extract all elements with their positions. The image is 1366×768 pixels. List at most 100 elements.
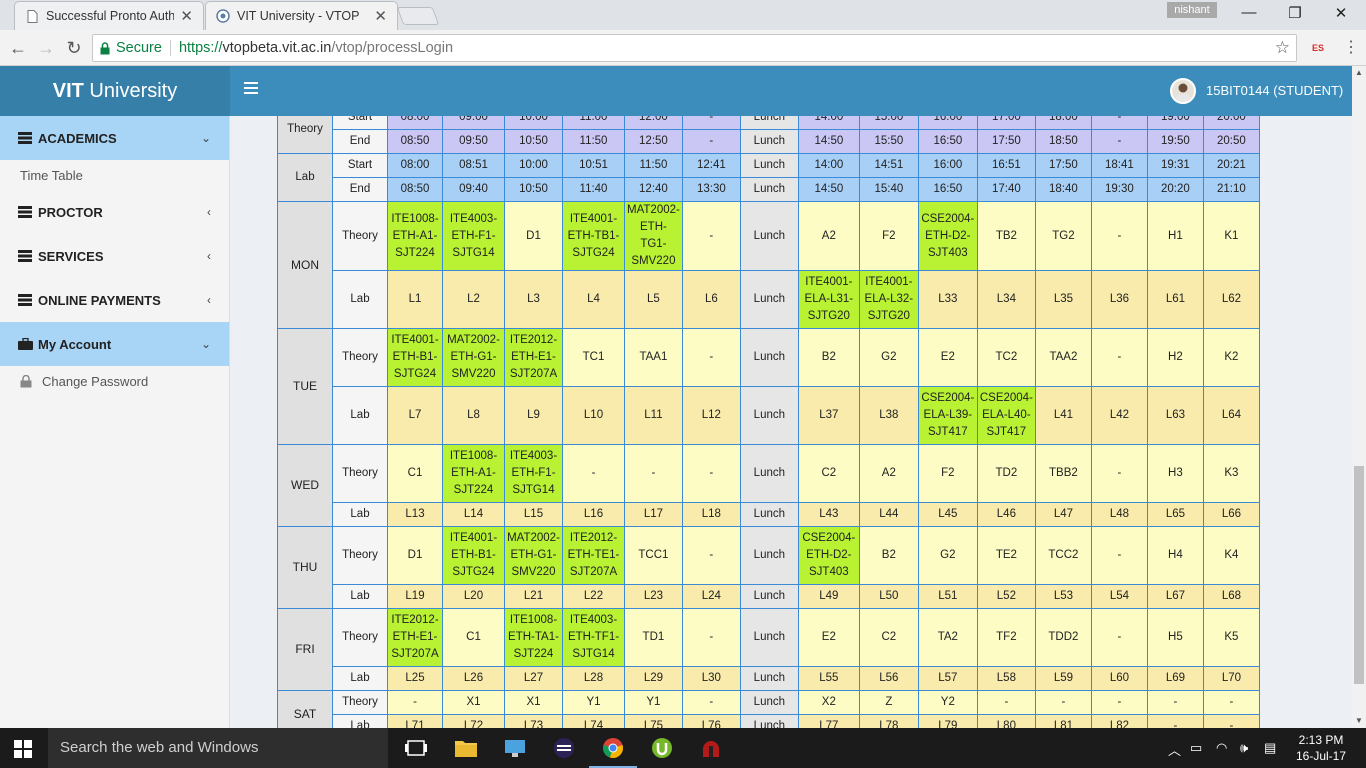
slot-cell[interactable]: B2 bbox=[858, 526, 919, 585]
slot-cell[interactable]: D1 bbox=[504, 201, 563, 271]
taskbar-clock[interactable]: 2:13 PM 16-Jul-17 bbox=[1294, 732, 1348, 764]
registered-course-cell[interactable]: CSE2004-​ELA-​L39-​SJT417 bbox=[917, 386, 978, 445]
registered-course-cell[interactable]: ITE4003-​ETH-​F1-​SJTG14 bbox=[442, 201, 505, 271]
close-tab-icon[interactable]: ✕ bbox=[374, 7, 387, 25]
slot-cell[interactable]: - bbox=[681, 608, 741, 667]
slot-cell[interactable]: L43 bbox=[797, 502, 860, 527]
slot-cell[interactable]: TC1 bbox=[562, 328, 625, 387]
volume-icon[interactable]: 🕪 bbox=[1240, 740, 1248, 756]
slot-cell[interactable]: TBB2 bbox=[1034, 444, 1092, 503]
slot-cell[interactable]: Lunch bbox=[739, 270, 799, 329]
slot-cell[interactable]: - bbox=[562, 444, 625, 503]
slot-cell[interactable]: TAA1 bbox=[624, 328, 683, 387]
slot-cell[interactable]: L64 bbox=[1202, 386, 1260, 445]
slot-cell[interactable]: L52 bbox=[976, 584, 1036, 609]
slot-cell[interactable]: L49 bbox=[797, 584, 860, 609]
user-label[interactable]: 15BIT0144 (STUDENT) bbox=[1206, 83, 1343, 98]
slot-cell[interactable]: Y1 bbox=[562, 690, 625, 715]
slot-cell[interactable]: G2 bbox=[858, 328, 919, 387]
registered-course-cell[interactable]: ITE1008-​ETH-​TA1-​SJT224 bbox=[504, 608, 563, 667]
slot-cell[interactable]: L38 bbox=[858, 386, 919, 445]
registered-course-cell[interactable]: CSE2004-​ETH-​D2-​SJT403 bbox=[917, 201, 978, 271]
slot-cell[interactable]: L22 bbox=[562, 584, 625, 609]
slot-cell[interactable]: L76 bbox=[681, 714, 741, 728]
slot-cell[interactable]: TF2 bbox=[976, 608, 1036, 667]
registered-course-cell[interactable]: CSE2004-​ETH-​D2-​SJT403 bbox=[797, 526, 860, 585]
slot-cell[interactable]: - bbox=[1202, 714, 1260, 728]
slot-cell[interactable]: TCC2 bbox=[1034, 526, 1092, 585]
slot-cell[interactable]: C1 bbox=[387, 444, 443, 503]
slot-cell[interactable]: L35 bbox=[1034, 270, 1092, 329]
scrollbar-thumb[interactable] bbox=[1354, 466, 1364, 684]
game-helmet-icon[interactable] bbox=[699, 736, 723, 760]
slot-cell[interactable]: L29 bbox=[624, 666, 683, 691]
reload-icon[interactable]: ↻ bbox=[62, 36, 86, 60]
slot-cell[interactable]: L47 bbox=[1034, 502, 1092, 527]
slot-cell[interactable]: L45 bbox=[917, 502, 978, 527]
avatar[interactable] bbox=[1170, 78, 1196, 104]
restore-icon[interactable]: ❐ bbox=[1272, 4, 1318, 24]
file-explorer-icon[interactable] bbox=[454, 736, 478, 760]
slot-cell[interactable]: L28 bbox=[562, 666, 625, 691]
registered-course-cell[interactable]: MAT2002-​ETH-​G1-​SMV220 bbox=[504, 526, 563, 585]
slot-cell[interactable]: L21 bbox=[504, 584, 563, 609]
slot-cell[interactable]: - bbox=[681, 201, 741, 271]
slot-cell[interactable]: - bbox=[681, 444, 741, 503]
slot-cell[interactable]: L73 bbox=[504, 714, 563, 728]
slot-cell[interactable]: - bbox=[681, 526, 741, 585]
slot-cell[interactable]: L12 bbox=[681, 386, 741, 445]
slot-cell[interactable]: L8 bbox=[442, 386, 505, 445]
slot-cell[interactable]: L60 bbox=[1090, 666, 1148, 691]
page-scrollbar[interactable]: ▲ ▼ bbox=[1352, 66, 1366, 728]
slot-cell[interactable]: L44 bbox=[858, 502, 919, 527]
slot-cell[interactable]: L67 bbox=[1146, 584, 1204, 609]
slot-cell[interactable]: C2 bbox=[797, 444, 860, 503]
slot-cell[interactable]: L14 bbox=[442, 502, 505, 527]
slot-cell[interactable]: L46 bbox=[976, 502, 1036, 527]
slot-cell[interactable]: L7 bbox=[387, 386, 443, 445]
slot-cell[interactable]: L71 bbox=[387, 714, 443, 728]
registered-course-cell[interactable]: ITE4003-​ETH-​F1-​SJTG14 bbox=[504, 444, 563, 503]
slot-cell[interactable]: G2 bbox=[917, 526, 978, 585]
browser-tab-1[interactable]: Successful Pronto Authe ✕ bbox=[14, 1, 204, 30]
slot-cell[interactable]: Lunch bbox=[739, 386, 799, 445]
slot-cell[interactable]: L57 bbox=[917, 666, 978, 691]
slot-cell[interactable]: X1 bbox=[504, 690, 563, 715]
task-view-icon[interactable] bbox=[404, 736, 428, 760]
sidebar-item-services[interactable]: SERVICES ‹ bbox=[0, 234, 229, 278]
registered-course-cell[interactable]: ITE2012-​ETH-​E1-​SJT207A bbox=[387, 608, 443, 667]
slot-cell[interactable]: H4 bbox=[1146, 526, 1204, 585]
slot-cell[interactable]: F2 bbox=[917, 444, 978, 503]
slot-cell[interactable]: L24 bbox=[681, 584, 741, 609]
registered-course-cell[interactable]: ITE2012-​ETH-​E1-​SJT207A bbox=[504, 328, 563, 387]
slot-cell[interactable]: TDD2 bbox=[1034, 608, 1092, 667]
new-tab-button[interactable] bbox=[396, 7, 440, 25]
slot-cell[interactable]: - bbox=[1090, 690, 1148, 715]
chrome-icon[interactable] bbox=[589, 736, 637, 768]
slot-cell[interactable]: L69 bbox=[1146, 666, 1204, 691]
bookmark-star-icon[interactable]: ☆ bbox=[1275, 38, 1290, 58]
slot-cell[interactable]: A2 bbox=[797, 201, 860, 271]
slot-cell[interactable]: L1 bbox=[387, 270, 443, 329]
slot-cell[interactable]: L34 bbox=[976, 270, 1036, 329]
slot-cell[interactable]: - bbox=[1146, 690, 1204, 715]
slot-cell[interactable]: L10 bbox=[562, 386, 625, 445]
slot-cell[interactable]: L63 bbox=[1146, 386, 1204, 445]
slot-cell[interactable]: TE2 bbox=[976, 526, 1036, 585]
slot-cell[interactable]: Lunch bbox=[739, 444, 799, 503]
slot-cell[interactable]: - bbox=[1090, 328, 1148, 387]
slot-cell[interactable]: E2 bbox=[797, 608, 860, 667]
sidebar-item-change-password[interactable]: Change Password bbox=[0, 366, 229, 396]
sidebar-item-time-table[interactable]: Time Table bbox=[0, 160, 229, 190]
slot-cell[interactable]: L6 bbox=[681, 270, 741, 329]
registered-course-cell[interactable]: MAT2002-​ETH-​G1-​SMV220 bbox=[442, 328, 505, 387]
slot-cell[interactable]: L80 bbox=[976, 714, 1036, 728]
slot-cell[interactable]: L55 bbox=[797, 666, 860, 691]
slot-cell[interactable]: Lunch bbox=[739, 690, 799, 715]
scroll-up-icon[interactable]: ▲ bbox=[1352, 66, 1366, 80]
slot-cell[interactable]: C1 bbox=[442, 608, 505, 667]
registered-course-cell[interactable]: ITE4001-​ELA-​L32-​SJTG20 bbox=[858, 270, 919, 329]
slot-cell[interactable]: TAA2 bbox=[1034, 328, 1092, 387]
slot-cell[interactable]: K2 bbox=[1202, 328, 1260, 387]
forward-arrow-icon[interactable]: → bbox=[34, 36, 58, 60]
